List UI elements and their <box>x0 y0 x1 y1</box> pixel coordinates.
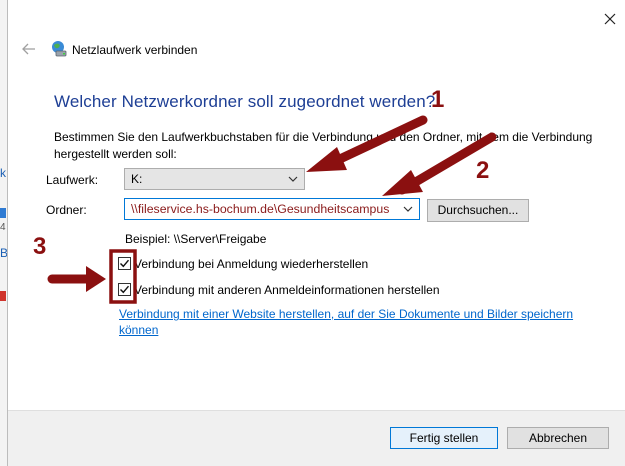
back-arrow-icon <box>22 43 35 55</box>
chevron-down-icon <box>403 206 413 212</box>
drive-select[interactable]: K: <box>124 168 305 190</box>
background-fragment-b: 4 <box>0 222 6 233</box>
browse-button[interactable]: Durchsuchen... <box>427 199 529 222</box>
checkmark-icon <box>120 285 130 294</box>
other-credentials-label[interactable]: Verbindung mit anderen Anmeldeinformatio… <box>134 283 440 297</box>
example-text: Beispiel: \\Server\Freigabe <box>125 232 267 246</box>
cancel-button[interactable]: Abbrechen <box>507 427 609 449</box>
background-red-mark <box>0 291 6 301</box>
drive-label: Laufwerk: <box>46 173 99 187</box>
other-credentials-checkbox[interactable] <box>118 283 131 296</box>
reconnect-label[interactable]: Verbindung bei Anmeldung wiederherstelle… <box>134 257 368 271</box>
page-heading: Welcher Netzwerkordner soll zugeordnet w… <box>54 92 436 111</box>
network-drive-icon <box>50 40 68 58</box>
instruction-text: Bestimmen Sie den Laufwerkbuchstaben für… <box>54 130 593 161</box>
checkmark-icon <box>120 259 130 268</box>
screen: k 4 B Netzlaufwerk verbinden Welcher Net… <box>0 0 625 466</box>
map-network-drive-dialog: Netzlaufwerk verbinden Welcher Netzwerko… <box>7 0 625 466</box>
folder-label: Ordner: <box>46 203 87 217</box>
background-blue-mark <box>0 208 6 218</box>
reconnect-checkbox[interactable] <box>118 257 131 270</box>
chevron-down-icon <box>288 176 298 182</box>
finish-button[interactable]: Fertig stellen <box>390 427 498 449</box>
back-button[interactable] <box>20 40 38 58</box>
close-button[interactable] <box>598 8 622 30</box>
dialog-title: Netzlaufwerk verbinden <box>72 43 198 57</box>
close-icon <box>604 13 616 25</box>
folder-combobox-value: \\fileservice.hs-bochum.de\Gesundheitsca… <box>131 202 390 216</box>
website-link[interactable]: Verbindung mit einer Website herstellen,… <box>119 306 589 338</box>
background-fragment-a: k <box>0 166 6 180</box>
drive-select-value: K: <box>131 172 143 186</box>
folder-combobox[interactable]: \\fileservice.hs-bochum.de\Gesundheitsca… <box>124 198 420 220</box>
